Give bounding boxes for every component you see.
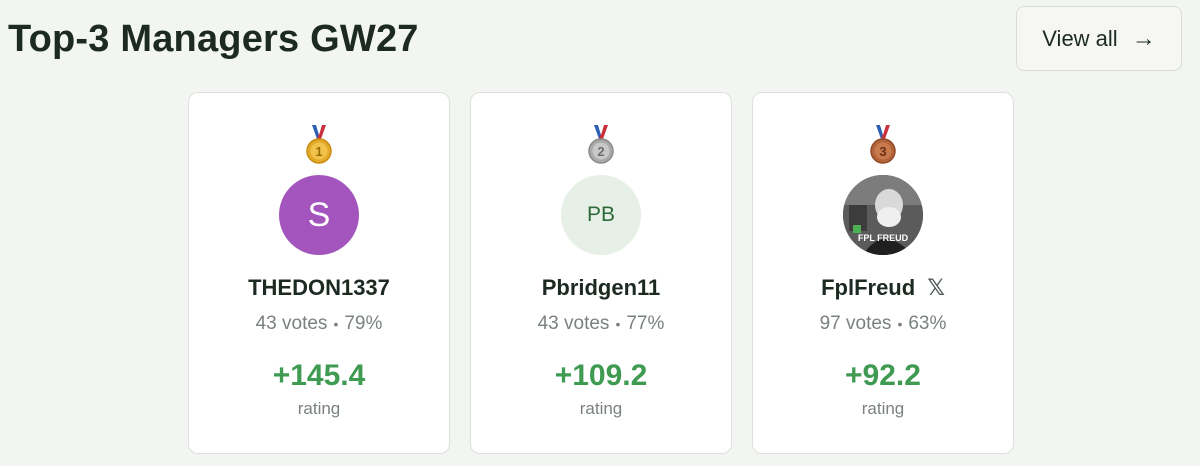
vote-stats: 43 votes • 77% <box>538 313 665 335</box>
vote-percent: 79% <box>344 313 383 334</box>
vote-count: 43 votes <box>255 313 328 334</box>
rating-value: +145.4 <box>272 359 366 392</box>
separator-dot: • <box>615 315 621 332</box>
manager-card[interactable]: 3 FPL FREUD FplFreud 𝕏 97 votes • 63% +92.… <box>752 92 1014 454</box>
vote-percent: 77% <box>626 313 665 334</box>
x-icon[interactable]: 𝕏 <box>927 275 945 301</box>
vote-stats: 97 votes • 63% <box>820 313 947 335</box>
manager-name[interactable]: Pbridgen11 <box>542 275 661 301</box>
vote-count: 43 votes <box>537 313 610 334</box>
separator-dot: • <box>333 315 339 332</box>
avatar-initials: S <box>307 195 331 234</box>
vote-count: 97 votes <box>819 313 892 334</box>
vote-stats: 43 votes • 79% <box>256 313 383 335</box>
medal-rank: 3 <box>879 144 886 159</box>
avatar-photo-image: FPL FREUD <box>843 175 923 255</box>
page: Top-3 Managers GW27 View all → 1 S THEDO… <box>0 0 1200 466</box>
separator-dot: • <box>897 315 903 332</box>
manager-card[interactable]: 1 S THEDON1337 43 votes • 79% +145.4 ratin… <box>188 92 450 454</box>
avatar[interactable]: PB <box>561 175 641 255</box>
arrow-right-icon: → <box>1131 24 1156 52</box>
avatar[interactable]: S <box>279 175 359 255</box>
view-all-button[interactable]: View all → <box>1016 6 1182 71</box>
rating-label: rating <box>861 399 905 418</box>
avatar[interactable]: FPL FREUD <box>843 175 923 255</box>
rating-value: +92.2 <box>845 359 921 392</box>
view-all-label: View all <box>1042 25 1118 51</box>
avatar-initials: PB <box>586 203 615 226</box>
rating-label: rating <box>579 399 623 418</box>
medal-rank: 1 <box>315 144 322 159</box>
manager-name[interactable]: FplFreud <box>821 275 915 301</box>
rating-value: +109.2 <box>554 359 648 392</box>
page-title: Top-3 Managers GW27 <box>8 18 419 60</box>
manager-card[interactable]: 2 PB Pbridgen11 43 votes • 77% +109.2 rati… <box>470 92 732 454</box>
gold-medal-icon: 1 <box>306 125 332 164</box>
silver-medal-icon: 2 <box>588 125 614 164</box>
manager-name[interactable]: THEDON1337 <box>248 275 390 301</box>
vote-percent: 63% <box>908 313 947 334</box>
bronze-medal-icon: 3 <box>870 125 896 164</box>
medal-rank: 2 <box>597 144 604 159</box>
rating-label: rating <box>297 399 341 418</box>
avatar-caption: FPL FREUD <box>858 233 909 243</box>
